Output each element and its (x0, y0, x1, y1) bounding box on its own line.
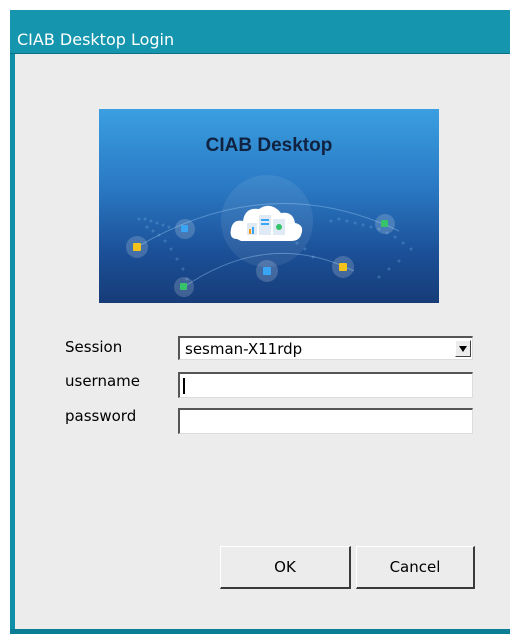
password-label: password (65, 407, 137, 425)
chevron-down-icon[interactable] (455, 340, 471, 357)
text-caret (183, 378, 185, 394)
cloud-icon (221, 175, 313, 267)
password-field[interactable] (178, 408, 473, 434)
ok-button[interactable]: OK (220, 546, 351, 589)
desktop-background: CIAB Desktop Login CIAB Desktop Session … (0, 0, 510, 637)
window-title: CIAB Desktop Login (17, 30, 175, 49)
session-label: Session (65, 338, 123, 356)
window-bottom-border (10, 629, 510, 634)
session-select-value: sesman-X11rdp (185, 340, 303, 358)
dialog-body: CIAB Desktop Session sesman-X11rdp usern… (15, 54, 510, 629)
banner-title: CIAB Desktop (205, 135, 333, 156)
cancel-button[interactable]: Cancel (356, 546, 475, 589)
username-label: username (65, 372, 140, 390)
window-titlebar[interactable]: CIAB Desktop Login (10, 10, 510, 54)
login-window: CIAB Desktop Login CIAB Desktop Session … (10, 10, 510, 634)
username-field[interactable] (178, 372, 473, 398)
session-select[interactable]: sesman-X11rdp (178, 336, 473, 360)
banner-image: CIAB Desktop (99, 109, 439, 303)
